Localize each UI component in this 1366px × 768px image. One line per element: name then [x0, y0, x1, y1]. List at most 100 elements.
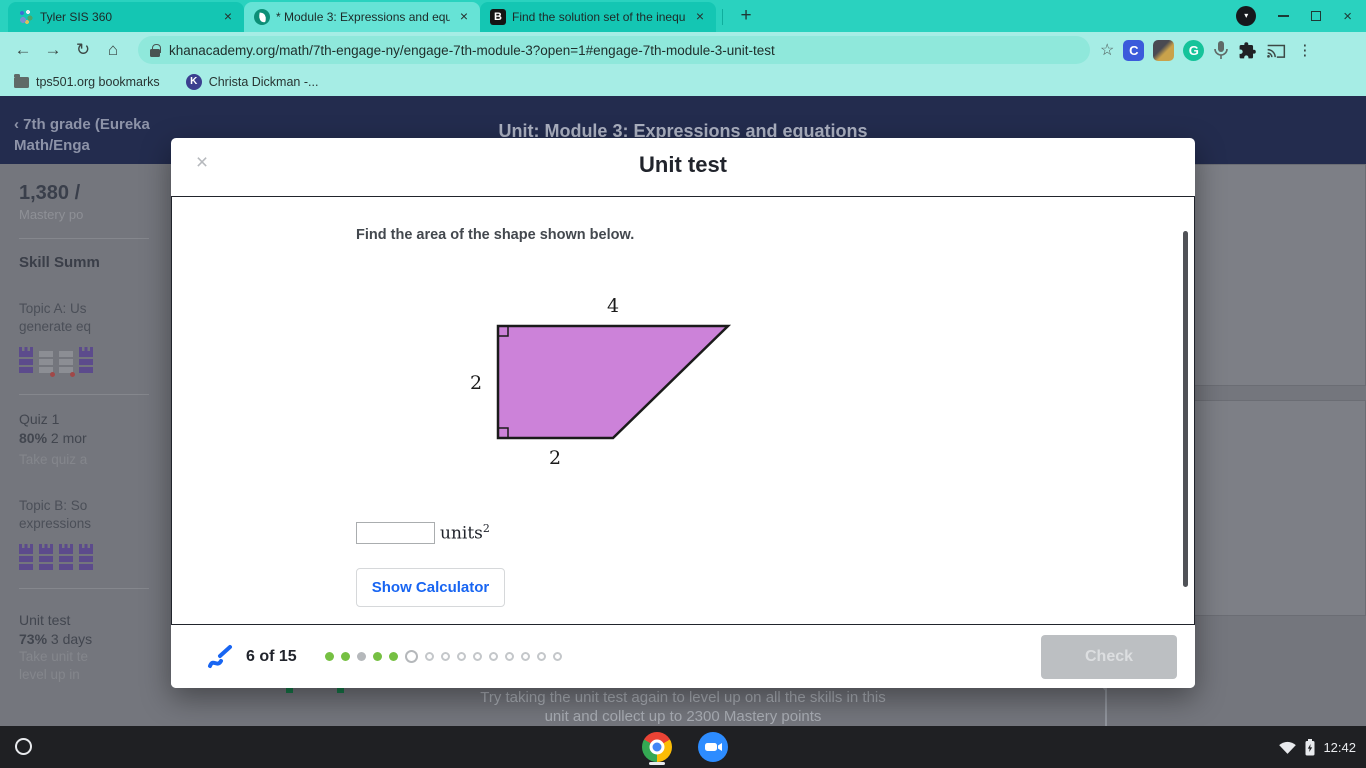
show-calculator-button[interactable]: Show Calculator [356, 568, 505, 607]
answer-row: units2 [356, 522, 490, 544]
back-icon[interactable]: ← [8, 40, 38, 60]
bookmark-folder-tps501[interactable]: tps501.org bookmarks [14, 74, 160, 89]
progress-dot-filled-green [388, 652, 398, 661]
new-tab-button[interactable]: + [733, 3, 759, 29]
quiz-1-action[interactable]: Take quiz a [19, 451, 87, 469]
divider [19, 238, 149, 239]
sidebar-item-unit-test[interactable]: Unit test [19, 611, 70, 630]
shape-label-bottom: 2 [549, 447, 561, 469]
mastery-icon [19, 544, 33, 572]
khan-k-icon: K [185, 74, 202, 90]
close-window-icon[interactable]: × [1343, 9, 1352, 24]
unit-test-meta: 73% 3 days [19, 630, 92, 649]
bookmark-label: tps501.org bookmarks [36, 75, 160, 89]
progress-dot-filled-green [340, 652, 350, 661]
units-exponent: 2 [482, 522, 490, 535]
unit-test-action-line2[interactable]: level up in [19, 666, 80, 684]
extensions-puzzle-icon[interactable] [1238, 41, 1257, 60]
reload-icon[interactable]: ↻ [68, 40, 98, 60]
pencil-scribble-icon [208, 645, 232, 668]
zoom-app-icon[interactable] [698, 732, 728, 762]
tab-tyler-sis[interactable]: Tyler SIS 360 × [8, 2, 244, 32]
bookmark-star-icon[interactable]: ☆ [1100, 40, 1114, 60]
chromeos-shelf: 12:42 [0, 726, 1366, 768]
units-label: units2 [440, 522, 490, 544]
bookmark-label: Christa Dickman -... [208, 75, 319, 89]
modal-scrollbar[interactable] [1183, 231, 1188, 587]
unit-test-promo-text: Try taking the unit test again to level … [0, 688, 1366, 726]
minimize-icon[interactable] [1278, 15, 1290, 17]
progress-dot-empty [552, 652, 562, 661]
cast-icon[interactable] [1266, 42, 1286, 59]
mastery-icon [79, 544, 93, 572]
tab-brainly[interactable]: B Find the solution set of the inequ × [480, 2, 716, 32]
bitmoji-extension-icon[interactable] [1153, 39, 1175, 61]
toolbar-extensions: ☆ C G ⋮ [1100, 39, 1312, 61]
mastery-icon [79, 347, 93, 375]
progress-dots [324, 650, 569, 663]
forward-icon[interactable]: → [38, 40, 68, 60]
lock-icon[interactable] [150, 43, 161, 57]
unit-test-action-line1[interactable]: Take unit te [19, 648, 88, 666]
check-button[interactable]: Check [1041, 634, 1177, 679]
sidebar-item-topic-a[interactable]: Topic A: Us generate eq [19, 300, 111, 336]
browser-toolbar: ← → ↻ ⌂ khanacademy.org/math/7th-engage-… [0, 32, 1366, 68]
khan-academy-leaf-icon [254, 9, 270, 25]
quiz-1-ago: 2 mor [47, 430, 87, 446]
progress-dot-filled-green [372, 652, 382, 661]
quiz-1-meta: 80% 2 mor [19, 429, 87, 448]
progress-dot-empty [456, 652, 466, 661]
tab-close-icon[interactable]: × [692, 9, 708, 25]
bookmark-christa-dickman[interactable]: K Christa Dickman -... [185, 74, 319, 90]
question-content: Find the area of the shape shown below. … [171, 196, 1195, 625]
tab-close-icon[interactable]: × [220, 9, 236, 25]
tab-divider [722, 9, 723, 25]
battery-charging-icon [1305, 738, 1315, 755]
tab-title: Tyler SIS 360 [40, 10, 113, 24]
launcher-icon[interactable] [15, 738, 32, 755]
sidebar-item-quiz-1[interactable]: Quiz 1 [19, 410, 59, 429]
system-tray[interactable]: 12:42 [1278, 726, 1356, 768]
divider [19, 394, 149, 395]
mastery-icon-row [19, 544, 93, 572]
unit-test-modal: × Unit test Find the area of the shape s… [171, 138, 1195, 688]
trapezoid-shape-figure: 4 2 2 [470, 295, 732, 469]
tab-title: * Module 3: Expressions and equ [276, 10, 450, 24]
shape-label-left: 2 [470, 372, 482, 394]
divider [19, 588, 149, 589]
clock: 12:42 [1323, 739, 1356, 755]
brainly-favicon-icon: B [490, 9, 506, 25]
url-text[interactable]: khanacademy.org/math/7th-engage-ny/engag… [169, 43, 775, 58]
promo-line-1: Try taking the unit test again to level … [480, 689, 886, 706]
mastery-icon [59, 351, 75, 377]
window-controls: ▾ × [1236, 0, 1366, 32]
progress-dot-empty [504, 652, 514, 661]
profile-avatar[interactable]: ▾ [1236, 6, 1257, 26]
tab-close-icon[interactable]: × [456, 9, 472, 25]
progress-dot-empty [440, 652, 450, 661]
skill-summary-heading: Skill Summ [19, 254, 100, 271]
quiz-1-score: 80% [19, 430, 48, 446]
microphone-icon[interactable] [1213, 40, 1229, 60]
address-bar[interactable]: khanacademy.org/math/7th-engage-ny/engag… [138, 36, 1090, 64]
promo-line-2: unit and collect up to 2300 Mastery poin… [544, 708, 822, 725]
answer-input[interactable] [356, 522, 435, 544]
tyler-sis-favicon-icon [18, 9, 34, 25]
home-icon[interactable]: ⌂ [98, 40, 128, 60]
mastery-points-value: 1,380 / [19, 182, 81, 204]
mastery-icon-row [19, 347, 93, 377]
mastery-points-label: Mastery po [19, 207, 84, 222]
tab-module-3-active[interactable]: * Module 3: Expressions and equ × [244, 2, 480, 32]
sidebar-item-topic-b[interactable]: Topic B: So expressions [19, 497, 114, 533]
tab-title: Find the solution set of the inequ [512, 10, 686, 24]
restore-icon[interactable] [1311, 11, 1322, 21]
grammarly-extension-icon[interactable]: G [1183, 39, 1205, 61]
active-app-indicator [649, 762, 665, 765]
clever-extension-icon[interactable]: C [1123, 39, 1145, 61]
chrome-app-icon[interactable] [642, 732, 672, 762]
shape-label-top: 4 [607, 295, 619, 317]
progress-dot-empty [536, 652, 546, 661]
unit-test-ago: 3 days [47, 631, 93, 647]
bookmarks-bar: tps501.org bookmarks K Christa Dickman -… [0, 68, 1366, 96]
browser-menu-icon[interactable]: ⋮ [1297, 41, 1312, 59]
